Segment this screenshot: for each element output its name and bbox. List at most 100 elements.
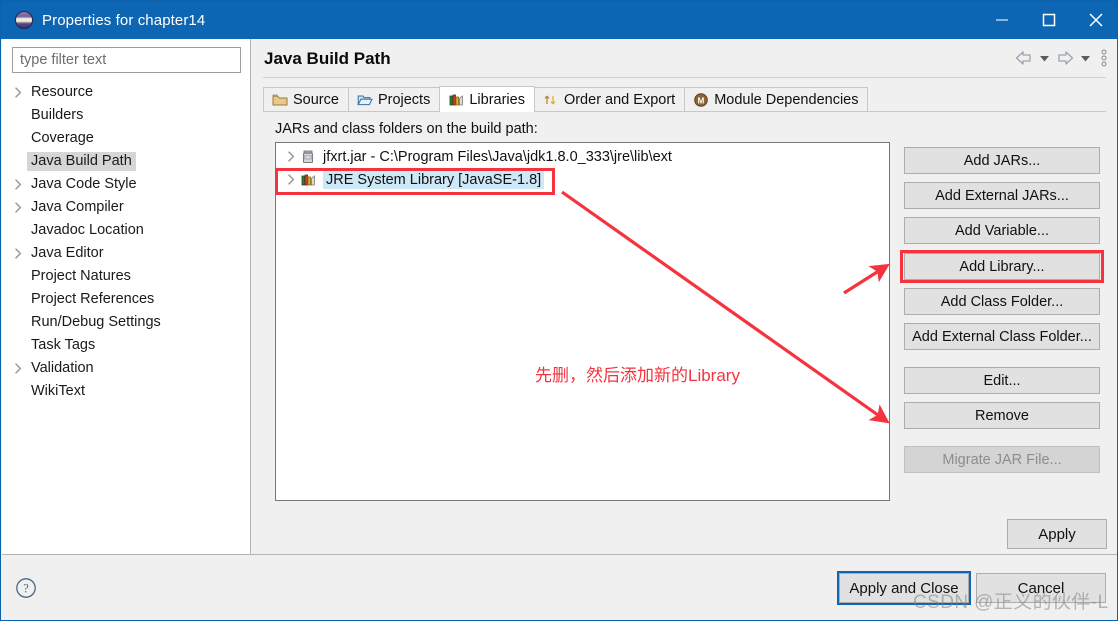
sidebar-item-java-editor[interactable]: Java Editor [2,242,251,265]
build-path-tabs: Source Projects Libraries Order and Export M… [263,86,869,112]
sidebar-item-label: Java Build Path [27,152,136,171]
filter-input[interactable]: type filter text [20,52,106,68]
annotation-note: 先删，然后添加新的Library [535,366,740,385]
migrate-jar-file-button: Migrate JAR File... [904,446,1100,473]
add-external-class-folder-button[interactable]: Add External Class Folder... [904,323,1100,350]
tab-underline [263,111,1106,112]
remove-button[interactable]: Remove [904,402,1100,429]
tab-label: Libraries [469,91,525,108]
page-title: Java Build Path [264,49,391,68]
sidebar-item-label: Project Natures [31,268,131,284]
sidebar-item-resource[interactable]: Resource [2,81,251,104]
list-item[interactable]: JRE System Library [JavaSE-1.8] [276,168,889,191]
sidebar-item-label: Task Tags [31,337,96,353]
tab-label: Source [293,92,339,108]
tab-source[interactable]: Source [263,87,349,112]
sidebar-item-run-debug-settings[interactable]: Run/Debug Settings [2,311,251,334]
chevron-right-icon[interactable] [10,173,27,196]
sidebar-item-validation[interactable]: Validation [2,357,251,380]
jar-icon: 010 [300,149,318,165]
sidebar-item-java-build-path[interactable]: Java Build Path [2,150,251,173]
close-button[interactable] [1072,1,1117,39]
open-folder-icon [357,92,373,108]
add-library-button[interactable]: Add Library... [904,253,1100,280]
vertical-dots-icon[interactable] [1100,49,1108,67]
add-variable-button[interactable]: Add Variable... [904,217,1100,244]
tab-libraries[interactable]: Libraries [439,86,535,112]
tab-projects[interactable]: Projects [347,87,441,112]
forward-chevron-down-icon[interactable] [1079,52,1092,65]
sidebar-item-label: Coverage [31,130,94,146]
help-question-icon[interactable]: ? [15,577,37,599]
window-title: Properties for chapter14 [42,11,206,29]
arrow-left-icon[interactable] [1014,50,1034,66]
add-jars-button[interactable]: Add JARs... [904,147,1100,174]
add-class-folder-button[interactable]: Add Class Folder... [904,288,1100,315]
sidebar-item-label: Java Editor [31,245,104,261]
csdn-watermark: CSDN @正义的伙伴-L [913,592,1109,613]
sidebar-item-task-tags[interactable]: Task Tags [2,334,251,357]
apply-button[interactable]: Apply [1007,519,1107,549]
chevron-right-icon[interactable] [10,196,27,219]
title-bar: Properties for chapter14 [1,1,1117,39]
sidebar-item-java-code-style[interactable]: Java Code Style [2,173,251,196]
list-item[interactable]: 010 jfxrt.jar - C:\Program Files\Java\jdk… [276,145,889,168]
sidebar-item-project-natures[interactable]: Project Natures [2,265,251,288]
sidebar-item-label: Project References [31,291,155,307]
list-item-label: JRE System Library [JavaSE-1.8] [323,170,545,189]
library-books-icon [448,92,464,108]
maximize-button[interactable] [1025,1,1072,39]
tab-label: Projects [377,92,431,108]
chevron-right-icon[interactable] [10,81,27,104]
properties-dialog: Properties for chapter14 type filter tex… [0,0,1118,621]
tab-order-and-export[interactable]: Order and Export [533,87,686,112]
arrow-right-icon[interactable] [1055,50,1075,66]
window-controls [978,1,1117,39]
settings-sidebar: type filter text Resource Builders Coverag… [2,39,251,554]
page-nav-tools [1014,49,1108,67]
tab-label: Module Dependencies [714,92,859,108]
build-path-entries-list[interactable]: 010 jfxrt.jar - C:\Program Files\Java\jdk… [275,142,890,501]
module-circle-icon: M [693,92,709,108]
tab-module-dependencies[interactable]: M Module Dependencies [684,87,869,112]
sidebar-item-label: Validation [31,360,94,376]
chevron-right-icon[interactable] [10,242,27,265]
sidebar-item-wikitext[interactable]: WikiText [2,380,251,403]
chevron-right-icon[interactable] [10,357,27,380]
sidebar-item-label: WikiText [31,383,85,399]
back-chevron-down-icon[interactable] [1038,52,1051,65]
sidebar-item-label: Builders [31,107,84,123]
chevron-right-icon[interactable] [282,151,300,162]
sidebar-item-label: Javadoc Location [31,222,144,238]
library-books-icon [300,172,318,188]
title-separator [263,77,1106,78]
sidebar-item-label: Resource [31,84,94,100]
filter-input-wrapper[interactable]: type filter text [12,47,241,73]
minimize-button[interactable] [978,1,1025,39]
list-item-label: jfxrt.jar - C:\Program Files\Java\jdk1.8… [323,148,672,165]
sidebar-item-project-references[interactable]: Project References [2,288,251,311]
footer-separator [2,554,1117,555]
eclipse-sphere-icon [15,11,33,29]
edit-button[interactable]: Edit... [904,367,1100,394]
sidebar-item-java-compiler[interactable]: Java Compiler [2,196,251,219]
sidebar-item-label: Java Code Style [31,176,137,192]
sidebar-item-builders[interactable]: Builders [2,104,251,127]
sidebar-item-coverage[interactable]: Coverage [2,127,251,150]
settings-tree: Resource Builders Coverage Java Build Path J… [2,81,251,403]
sidebar-item-javadoc-location[interactable]: Javadoc Location [2,219,251,242]
chevron-right-icon[interactable] [282,174,300,185]
add-external-jars-button[interactable]: Add External JARs... [904,182,1100,209]
tab-label: Order and Export [563,92,676,108]
order-arrows-icon [543,92,559,108]
source-folder-icon [272,92,288,108]
sidebar-item-label: Run/Debug Settings [31,314,161,330]
